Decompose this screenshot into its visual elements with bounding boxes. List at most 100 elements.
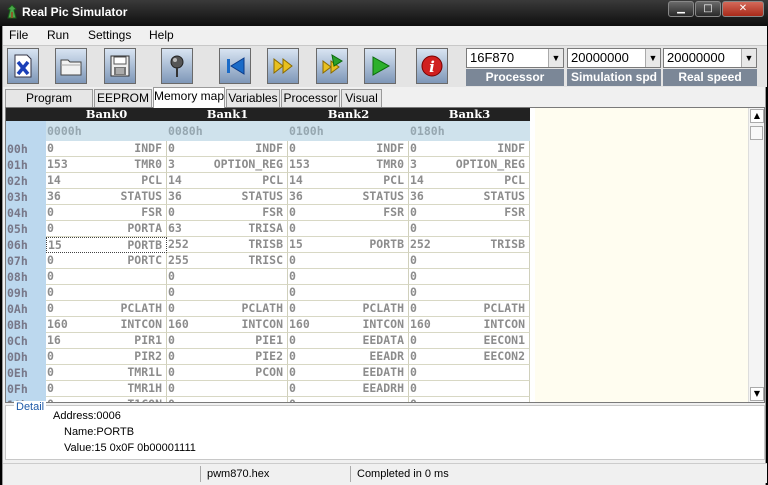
scroll-up-icon[interactable]: ▲ <box>750 109 764 123</box>
memory-cell[interactable]: 0 <box>409 285 530 301</box>
tab-program-memory[interactable]: Program Memory <box>5 89 93 121</box>
animate-button[interactable] <box>316 48 348 84</box>
memory-cell[interactable]: 0 TMR1H <box>46 381 167 397</box>
minimize-button[interactable]: ▁ <box>668 1 694 17</box>
memory-cell[interactable]: 0 FSR <box>167 205 288 221</box>
memory-cell[interactable]: 0 INDF <box>46 141 167 157</box>
memory-cell[interactable]: 255 TRISC <box>167 253 288 269</box>
vertical-scrollbar[interactable]: ▲ ▼ <box>748 108 764 402</box>
info-button[interactable]: i <box>416 48 448 84</box>
chevron-down-icon[interactable]: ▼ <box>645 49 660 67</box>
memory-cell[interactable]: 0 <box>288 221 409 237</box>
chevron-down-icon[interactable]: ▼ <box>548 49 563 67</box>
memory-cell[interactable]: 0 PCLATH <box>46 301 167 317</box>
chevron-down-icon[interactable]: ▼ <box>741 49 756 67</box>
memory-cell[interactable]: 0 PCLATH <box>409 301 530 317</box>
memory-cell[interactable]: 0 EEADRH <box>288 381 409 397</box>
memory-cell[interactable]: 0 <box>409 253 530 269</box>
memory-cell[interactable]: 36 STATUS <box>46 189 167 205</box>
save-button[interactable] <box>104 48 136 84</box>
memory-cell[interactable]: 14 PCL <box>46 173 167 189</box>
memory-cell[interactable]: 0 PIE2 <box>167 349 288 365</box>
memory-cell[interactable]: 153 TMR0 <box>288 157 409 173</box>
memory-cell[interactable]: 0 EEDATA <box>288 333 409 349</box>
memory-cell[interactable]: 0 <box>409 269 530 285</box>
memory-cell[interactable]: 0 <box>409 397 530 402</box>
memory-cell[interactable]: 36 STATUS <box>167 189 288 205</box>
memory-cell[interactable]: 0 INDF <box>409 141 530 157</box>
memory-cell[interactable]: 0 <box>46 269 167 285</box>
memory-cell[interactable]: 0 PCLATH <box>288 301 409 317</box>
memory-cell[interactable]: 0 INDF <box>167 141 288 157</box>
memory-cell[interactable]: 36 STATUS <box>409 189 530 205</box>
memory-cell[interactable]: 0 PIE1 <box>167 333 288 349</box>
memory-cell[interactable]: 0 <box>46 285 167 301</box>
memory-cell[interactable]: 0 <box>409 365 530 381</box>
memory-cell[interactable]: 160 INTCON <box>288 317 409 333</box>
tab-memory-map[interactable]: Memory map <box>153 87 225 108</box>
memory-cell[interactable]: 0 EECON1 <box>409 333 530 349</box>
memory-cell[interactable]: 0 TMR1L <box>46 365 167 381</box>
run-button[interactable] <box>364 48 396 84</box>
memory-cell[interactable]: 160 INTCON <box>409 317 530 333</box>
memory-cell[interactable]: 0 <box>167 397 288 402</box>
tab-variables[interactable]: Variables <box>226 89 280 107</box>
memory-cell[interactable]: 0 PORTA <box>46 221 167 237</box>
menu-file[interactable]: File <box>9 28 28 42</box>
memory-cell[interactable]: 160 INTCON <box>46 317 167 333</box>
memory-cell[interactable]: 63 TRISA <box>167 221 288 237</box>
memory-cell[interactable]: 14 PCL <box>409 173 530 189</box>
memory-cell[interactable]: 0 <box>288 253 409 269</box>
memory-cell[interactable]: 0 PIR2 <box>46 349 167 365</box>
memory-cell[interactable]: 0 <box>288 269 409 285</box>
probe-button[interactable] <box>161 48 193 84</box>
memory-cell[interactable]: 0 INDF <box>288 141 409 157</box>
memory-cell[interactable]: 153 TMR0 <box>46 157 167 173</box>
memory-cell[interactable]: 0 EEDATH <box>288 365 409 381</box>
memory-cell[interactable]: 0 <box>167 269 288 285</box>
memory-cell[interactable]: 252 TRISB <box>409 237 530 253</box>
memory-cell[interactable]: 14 PCL <box>167 173 288 189</box>
menu-help[interactable]: Help <box>149 28 174 42</box>
sim-speed-select[interactable]: 20000000 ▼ <box>567 48 661 68</box>
step-button[interactable] <box>267 48 299 84</box>
memory-cell[interactable]: 0 <box>409 381 530 397</box>
close-file-button[interactable] <box>7 48 39 84</box>
scroll-down-icon[interactable]: ▼ <box>750 387 764 401</box>
memory-cell[interactable]: 36 STATUS <box>288 189 409 205</box>
memory-cell[interactable]: 0 FSR <box>288 205 409 221</box>
open-file-button[interactable] <box>55 48 87 84</box>
maximize-button[interactable]: □ <box>695 1 721 17</box>
memory-cell[interactable]: 0 PCON <box>167 365 288 381</box>
memory-cell[interactable]: 14 PCL <box>288 173 409 189</box>
memory-cell[interactable]: 0 <box>288 397 409 402</box>
memory-cell[interactable]: 15 PORTB <box>288 237 409 253</box>
menu-settings[interactable]: Settings <box>88 28 131 42</box>
tab-eeprom[interactable]: EEPROM <box>94 89 152 107</box>
memory-cell[interactable]: 0 PORTC <box>46 253 167 269</box>
real-speed-select[interactable]: 20000000 ▼ <box>663 48 757 68</box>
memory-cell[interactable]: 252 TRISB <box>167 237 288 253</box>
tab-processor[interactable]: Processor <box>281 89 340 107</box>
memory-cell[interactable]: 0 <box>167 381 288 397</box>
memory-cell[interactable]: 0 <box>288 285 409 301</box>
memory-cell[interactable]: 0 PCLATH <box>167 301 288 317</box>
memory-cell[interactable]: 0 <box>167 285 288 301</box>
memory-cell[interactable]: 15 PORTB <box>46 237 167 253</box>
processor-select[interactable]: 16F870 ▼ <box>466 48 564 68</box>
memory-cell[interactable]: 0 FSR <box>46 205 167 221</box>
memory-cell[interactable]: 0 T1CON <box>46 397 167 402</box>
memory-cell[interactable]: 0 FSR <box>409 205 530 221</box>
scroll-thumb[interactable] <box>750 126 763 140</box>
memory-cell[interactable]: 0 <box>409 221 530 237</box>
memory-cell[interactable]: 3 OPTION_REG <box>167 157 288 173</box>
memory-cell[interactable]: 160 INTCON <box>167 317 288 333</box>
memory-cell[interactable]: 3 OPTION_REG <box>409 157 530 173</box>
memory-cell[interactable]: 0 EEADR <box>288 349 409 365</box>
close-window-button[interactable]: ✕ <box>722 1 764 17</box>
memory-cell[interactable]: 16 PIR1 <box>46 333 167 349</box>
menu-run[interactable]: Run <box>47 28 69 42</box>
tab-visual[interactable]: Visual <box>341 89 382 107</box>
reset-button[interactable] <box>219 48 251 84</box>
memory-cell[interactable]: 0 EECON2 <box>409 349 530 365</box>
